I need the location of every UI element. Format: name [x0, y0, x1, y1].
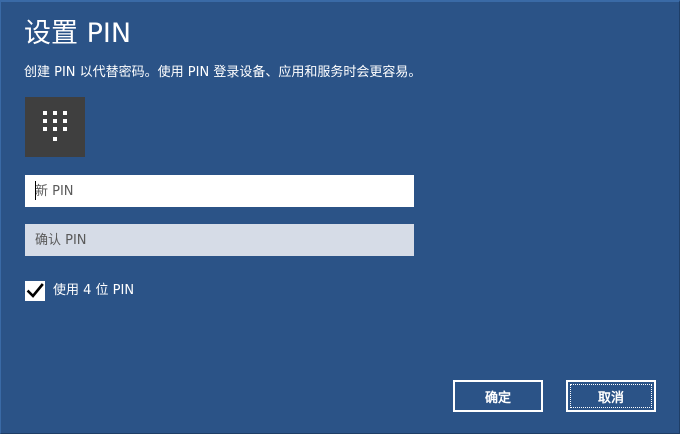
text-caret: [35, 181, 36, 200]
use-4-digit-pin-option[interactable]: 使用 4 位 PIN: [25, 280, 134, 302]
new-pin-input[interactable]: [25, 175, 414, 207]
keypad-tile: [25, 97, 85, 157]
ok-button[interactable]: 确定: [453, 380, 543, 412]
keypad-icon: [43, 111, 67, 141]
dialog-subtitle: 创建 PIN 以代替密码。使用 PIN 登录设备、应用和服务时会更容易。: [24, 65, 422, 80]
checkmark-icon: [26, 283, 44, 298]
use-4-digit-pin-checkbox[interactable]: [25, 281, 45, 301]
use-4-digit-pin-label: 使用 4 位 PIN: [53, 283, 135, 298]
cancel-button[interactable]: 取消: [566, 380, 656, 412]
confirm-pin-input[interactable]: [25, 224, 414, 256]
set-pin-dialog: 设置 PIN 创建 PIN 以代替密码。使用 PIN 登录设备、应用和服务时会更…: [0, 0, 680, 434]
dialog-title: 设置 PIN: [24, 18, 132, 49]
